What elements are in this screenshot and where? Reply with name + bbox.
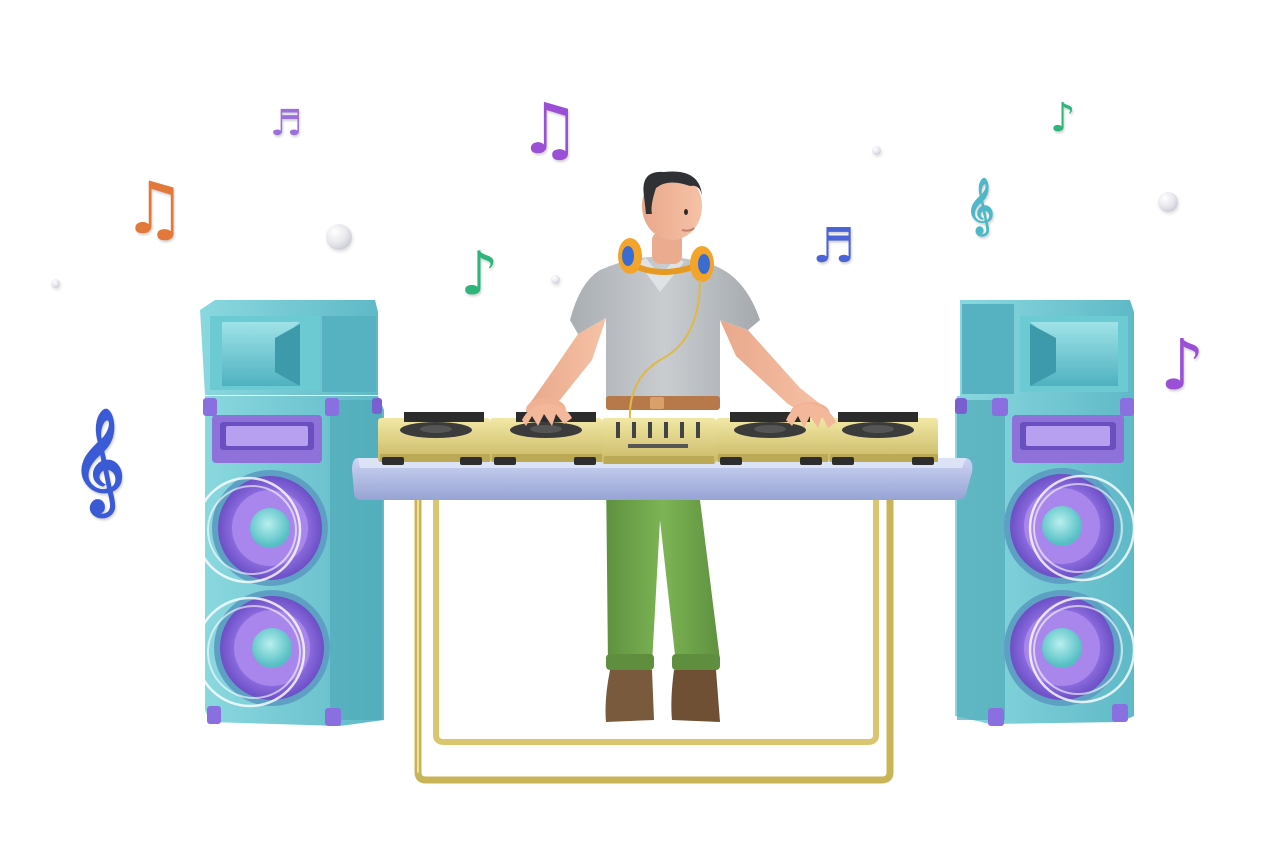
dj-illustration: ♬ ♫ ♫ ♪ ♬ 𝄞 ♪ ♪ 𝄞	[0, 0, 1280, 853]
turntable-2	[490, 412, 602, 465]
left-speaker	[194, 300, 384, 726]
dj-decks	[378, 412, 938, 465]
dj-scene-svg	[194, 171, 1136, 784]
turntable-4	[828, 412, 938, 465]
turntable-3	[716, 412, 828, 465]
dj-mixer	[602, 418, 716, 464]
right-speaker	[955, 300, 1136, 726]
turntable-1	[378, 412, 490, 465]
dj-table	[352, 458, 973, 500]
